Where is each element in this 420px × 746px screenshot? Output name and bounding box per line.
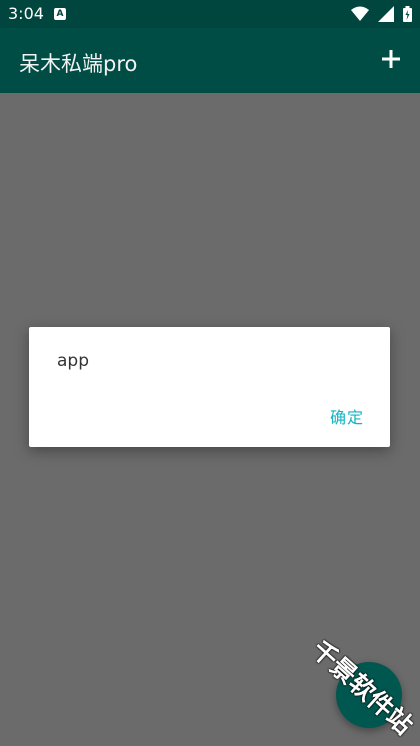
a-icon: A: [54, 8, 66, 20]
app-title: 呆木私端pro: [19, 52, 138, 76]
status-time: 3:04: [8, 4, 44, 23]
dialog-ok-button[interactable]: 确定: [330, 404, 364, 428]
signal-icon: [377, 6, 394, 22]
wifi-icon: [350, 6, 369, 21]
plus-icon: [382, 50, 400, 68]
status-icons: [347, 6, 412, 22]
add-button[interactable]: [376, 44, 406, 74]
status-bar: 3:04 A: [0, 0, 420, 28]
dialog-message: app: [57, 351, 89, 371]
app-bar: 呆木私端pro: [0, 28, 420, 93]
battery-icon: [403, 6, 412, 22]
alert-dialog: app 确定: [29, 327, 390, 447]
floating-action-button[interactable]: [336, 662, 402, 728]
